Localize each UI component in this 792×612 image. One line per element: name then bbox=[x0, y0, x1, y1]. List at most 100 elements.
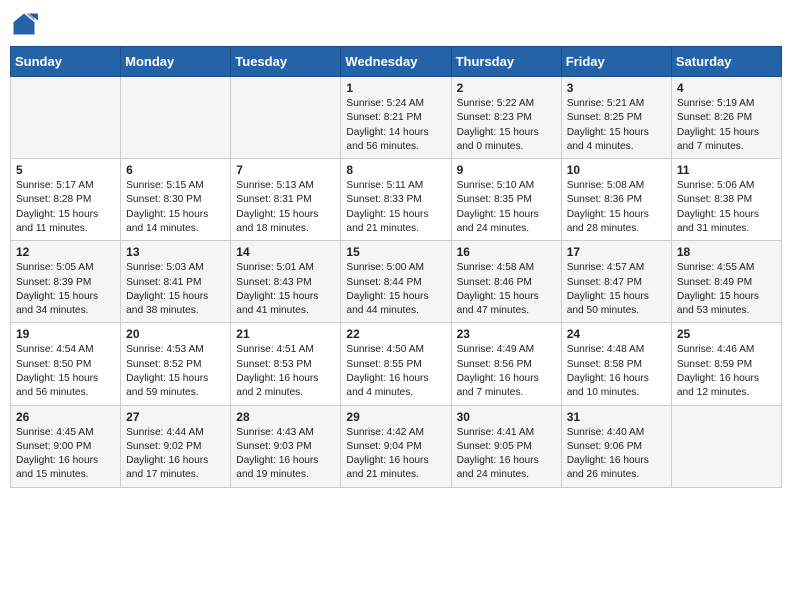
day-number: 30 bbox=[457, 410, 557, 424]
day-number: 16 bbox=[457, 245, 557, 259]
day-info: Sunrise: 4:41 AM Sunset: 9:05 PM Dayligh… bbox=[457, 426, 557, 483]
day-cell: 15 Sunrise: 5:00 AM Sunset: 8:44 PM Dayli… bbox=[341, 241, 451, 323]
day-cell: 13 Sunrise: 5:03 AM Sunset: 8:41 PM Dayli… bbox=[121, 241, 231, 323]
day-info: Sunrise: 5:11 AM Sunset: 8:33 PM Dayligh… bbox=[346, 179, 446, 236]
day-cell: 28 Sunrise: 4:43 AM Sunset: 9:03 PM Dayli… bbox=[231, 405, 341, 487]
day-cell: 5Sunrise: 5:17 AM Sunset: 8:28 PM Daylig… bbox=[11, 159, 121, 241]
day-cell: 22 Sunrise: 4:50 AM Sunset: 8:55 PM Dayli… bbox=[341, 323, 451, 405]
day-number: 12 bbox=[16, 245, 116, 259]
day-cell: 3 Sunrise: 5:21 AM Sunset: 8:25 PM Daylig… bbox=[561, 77, 671, 159]
weekday-header-wednesday: Wednesday bbox=[341, 47, 451, 77]
weekday-header-thursday: Thursday bbox=[451, 47, 561, 77]
day-number: 14 bbox=[236, 245, 336, 259]
day-cell: 30 Sunrise: 4:41 AM Sunset: 9:05 PM Dayli… bbox=[451, 405, 561, 487]
day-cell: 2 Sunrise: 5:22 AM Sunset: 8:23 PM Daylig… bbox=[451, 77, 561, 159]
day-number: 27 bbox=[126, 410, 226, 424]
day-info: Sunrise: 4:48 AM Sunset: 8:58 PM Dayligh… bbox=[567, 343, 667, 400]
day-number: 2 bbox=[457, 81, 557, 95]
logo-icon bbox=[10, 10, 38, 38]
day-cell bbox=[121, 77, 231, 159]
day-cell: 16 Sunrise: 4:58 AM Sunset: 8:46 PM Dayli… bbox=[451, 241, 561, 323]
day-number: 26 bbox=[16, 410, 116, 424]
day-cell: 12 Sunrise: 5:05 AM Sunset: 8:39 PM Dayli… bbox=[11, 241, 121, 323]
day-number: 23 bbox=[457, 327, 557, 341]
day-cell: 7Sunrise: 5:13 AM Sunset: 8:31 PM Daylig… bbox=[231, 159, 341, 241]
day-number: 10 bbox=[567, 163, 667, 177]
day-number: 1 bbox=[346, 81, 446, 95]
day-number: 31 bbox=[567, 410, 667, 424]
day-info: Sunrise: 5:15 AM Sunset: 8:30 PM Dayligh… bbox=[126, 179, 226, 236]
day-info: Sunrise: 5:10 AM Sunset: 8:35 PM Dayligh… bbox=[457, 179, 557, 236]
day-number: 28 bbox=[236, 410, 336, 424]
day-number: 11 bbox=[677, 163, 777, 177]
day-info: Sunrise: 5:03 AM Sunset: 8:41 PM Dayligh… bbox=[126, 261, 226, 318]
day-number: 24 bbox=[567, 327, 667, 341]
day-cell: 31 Sunrise: 4:40 AM Sunset: 9:06 PM Dayli… bbox=[561, 405, 671, 487]
day-number: 25 bbox=[677, 327, 777, 341]
day-number: 6 bbox=[126, 163, 226, 177]
day-cell: 23 Sunrise: 4:49 AM Sunset: 8:56 PM Dayli… bbox=[451, 323, 561, 405]
day-cell: 18Sunrise: 4:55 AM Sunset: 8:49 PM Dayli… bbox=[671, 241, 781, 323]
day-info: Sunrise: 4:58 AM Sunset: 8:46 PM Dayligh… bbox=[457, 261, 557, 318]
day-cell: 8 Sunrise: 5:11 AM Sunset: 8:33 PM Daylig… bbox=[341, 159, 451, 241]
day-number: 4 bbox=[677, 81, 777, 95]
week-row-4: 19Sunrise: 4:54 AM Sunset: 8:50 PM Dayli… bbox=[11, 323, 782, 405]
day-number: 7 bbox=[236, 163, 336, 177]
week-row-5: 26Sunrise: 4:45 AM Sunset: 9:00 PM Dayli… bbox=[11, 405, 782, 487]
day-cell: 9 Sunrise: 5:10 AM Sunset: 8:35 PM Daylig… bbox=[451, 159, 561, 241]
week-row-1: 1 Sunrise: 5:24 AM Sunset: 8:21 PM Daylig… bbox=[11, 77, 782, 159]
logo bbox=[10, 10, 42, 38]
day-cell: 4 Sunrise: 5:19 AM Sunset: 8:26 PM Daylig… bbox=[671, 77, 781, 159]
day-number: 17 bbox=[567, 245, 667, 259]
day-cell: 26Sunrise: 4:45 AM Sunset: 9:00 PM Dayli… bbox=[11, 405, 121, 487]
day-number: 29 bbox=[346, 410, 446, 424]
day-info: Sunrise: 4:50 AM Sunset: 8:55 PM Dayligh… bbox=[346, 343, 446, 400]
day-info: Sunrise: 5:19 AM Sunset: 8:26 PM Dayligh… bbox=[677, 97, 777, 154]
day-info: Sunrise: 5:01 AM Sunset: 8:43 PM Dayligh… bbox=[236, 261, 336, 318]
day-number: 9 bbox=[457, 163, 557, 177]
day-cell: 25 Sunrise: 4:46 AM Sunset: 8:59 PM Dayli… bbox=[671, 323, 781, 405]
day-info: Sunrise: 4:46 AM Sunset: 8:59 PM Dayligh… bbox=[677, 343, 777, 400]
day-cell: 10 Sunrise: 5:08 AM Sunset: 8:36 PM Dayli… bbox=[561, 159, 671, 241]
day-info: Sunrise: 5:08 AM Sunset: 8:36 PM Dayligh… bbox=[567, 179, 667, 236]
day-number: 20 bbox=[126, 327, 226, 341]
week-row-3: 12 Sunrise: 5:05 AM Sunset: 8:39 PM Dayli… bbox=[11, 241, 782, 323]
day-info: Sunrise: 4:43 AM Sunset: 9:03 PM Dayligh… bbox=[236, 426, 336, 483]
weekday-header-saturday: Saturday bbox=[671, 47, 781, 77]
day-info: Sunrise: 4:53 AM Sunset: 8:52 PM Dayligh… bbox=[126, 343, 226, 400]
day-cell bbox=[231, 77, 341, 159]
day-number: 13 bbox=[126, 245, 226, 259]
day-cell: 17Sunrise: 4:57 AM Sunset: 8:47 PM Dayli… bbox=[561, 241, 671, 323]
day-info: Sunrise: 4:55 AM Sunset: 8:49 PM Dayligh… bbox=[677, 261, 777, 318]
day-number: 21 bbox=[236, 327, 336, 341]
day-info: Sunrise: 5:06 AM Sunset: 8:38 PM Dayligh… bbox=[677, 179, 777, 236]
weekday-header-tuesday: Tuesday bbox=[231, 47, 341, 77]
day-cell: 29Sunrise: 4:42 AM Sunset: 9:04 PM Dayli… bbox=[341, 405, 451, 487]
day-number: 3 bbox=[567, 81, 667, 95]
day-info: Sunrise: 4:44 AM Sunset: 9:02 PM Dayligh… bbox=[126, 426, 226, 483]
week-row-2: 5Sunrise: 5:17 AM Sunset: 8:28 PM Daylig… bbox=[11, 159, 782, 241]
day-info: Sunrise: 4:54 AM Sunset: 8:50 PM Dayligh… bbox=[16, 343, 116, 400]
day-cell: 21 Sunrise: 4:51 AM Sunset: 8:53 PM Dayli… bbox=[231, 323, 341, 405]
day-number: 5 bbox=[16, 163, 116, 177]
weekday-header-monday: Monday bbox=[121, 47, 231, 77]
calendar-body: 1 Sunrise: 5:24 AM Sunset: 8:21 PM Daylig… bbox=[11, 77, 782, 488]
day-info: Sunrise: 4:51 AM Sunset: 8:53 PM Dayligh… bbox=[236, 343, 336, 400]
day-cell: 19Sunrise: 4:54 AM Sunset: 8:50 PM Dayli… bbox=[11, 323, 121, 405]
day-info: Sunrise: 5:22 AM Sunset: 8:23 PM Dayligh… bbox=[457, 97, 557, 154]
day-cell: 1 Sunrise: 5:24 AM Sunset: 8:21 PM Daylig… bbox=[341, 77, 451, 159]
day-cell: 24 Sunrise: 4:48 AM Sunset: 8:58 PM Dayli… bbox=[561, 323, 671, 405]
day-info: Sunrise: 4:49 AM Sunset: 8:56 PM Dayligh… bbox=[457, 343, 557, 400]
day-number: 15 bbox=[346, 245, 446, 259]
day-number: 8 bbox=[346, 163, 446, 177]
day-info: Sunrise: 5:05 AM Sunset: 8:39 PM Dayligh… bbox=[16, 261, 116, 318]
day-cell: 20 Sunrise: 4:53 AM Sunset: 8:52 PM Dayli… bbox=[121, 323, 231, 405]
day-info: Sunrise: 5:21 AM Sunset: 8:25 PM Dayligh… bbox=[567, 97, 667, 154]
page-header bbox=[10, 10, 782, 38]
day-info: Sunrise: 5:00 AM Sunset: 8:44 PM Dayligh… bbox=[346, 261, 446, 318]
weekday-header-sunday: Sunday bbox=[11, 47, 121, 77]
day-info: Sunrise: 5:24 AM Sunset: 8:21 PM Dayligh… bbox=[346, 97, 446, 154]
day-cell bbox=[11, 77, 121, 159]
day-info: Sunrise: 4:40 AM Sunset: 9:06 PM Dayligh… bbox=[567, 426, 667, 483]
day-number: 22 bbox=[346, 327, 446, 341]
